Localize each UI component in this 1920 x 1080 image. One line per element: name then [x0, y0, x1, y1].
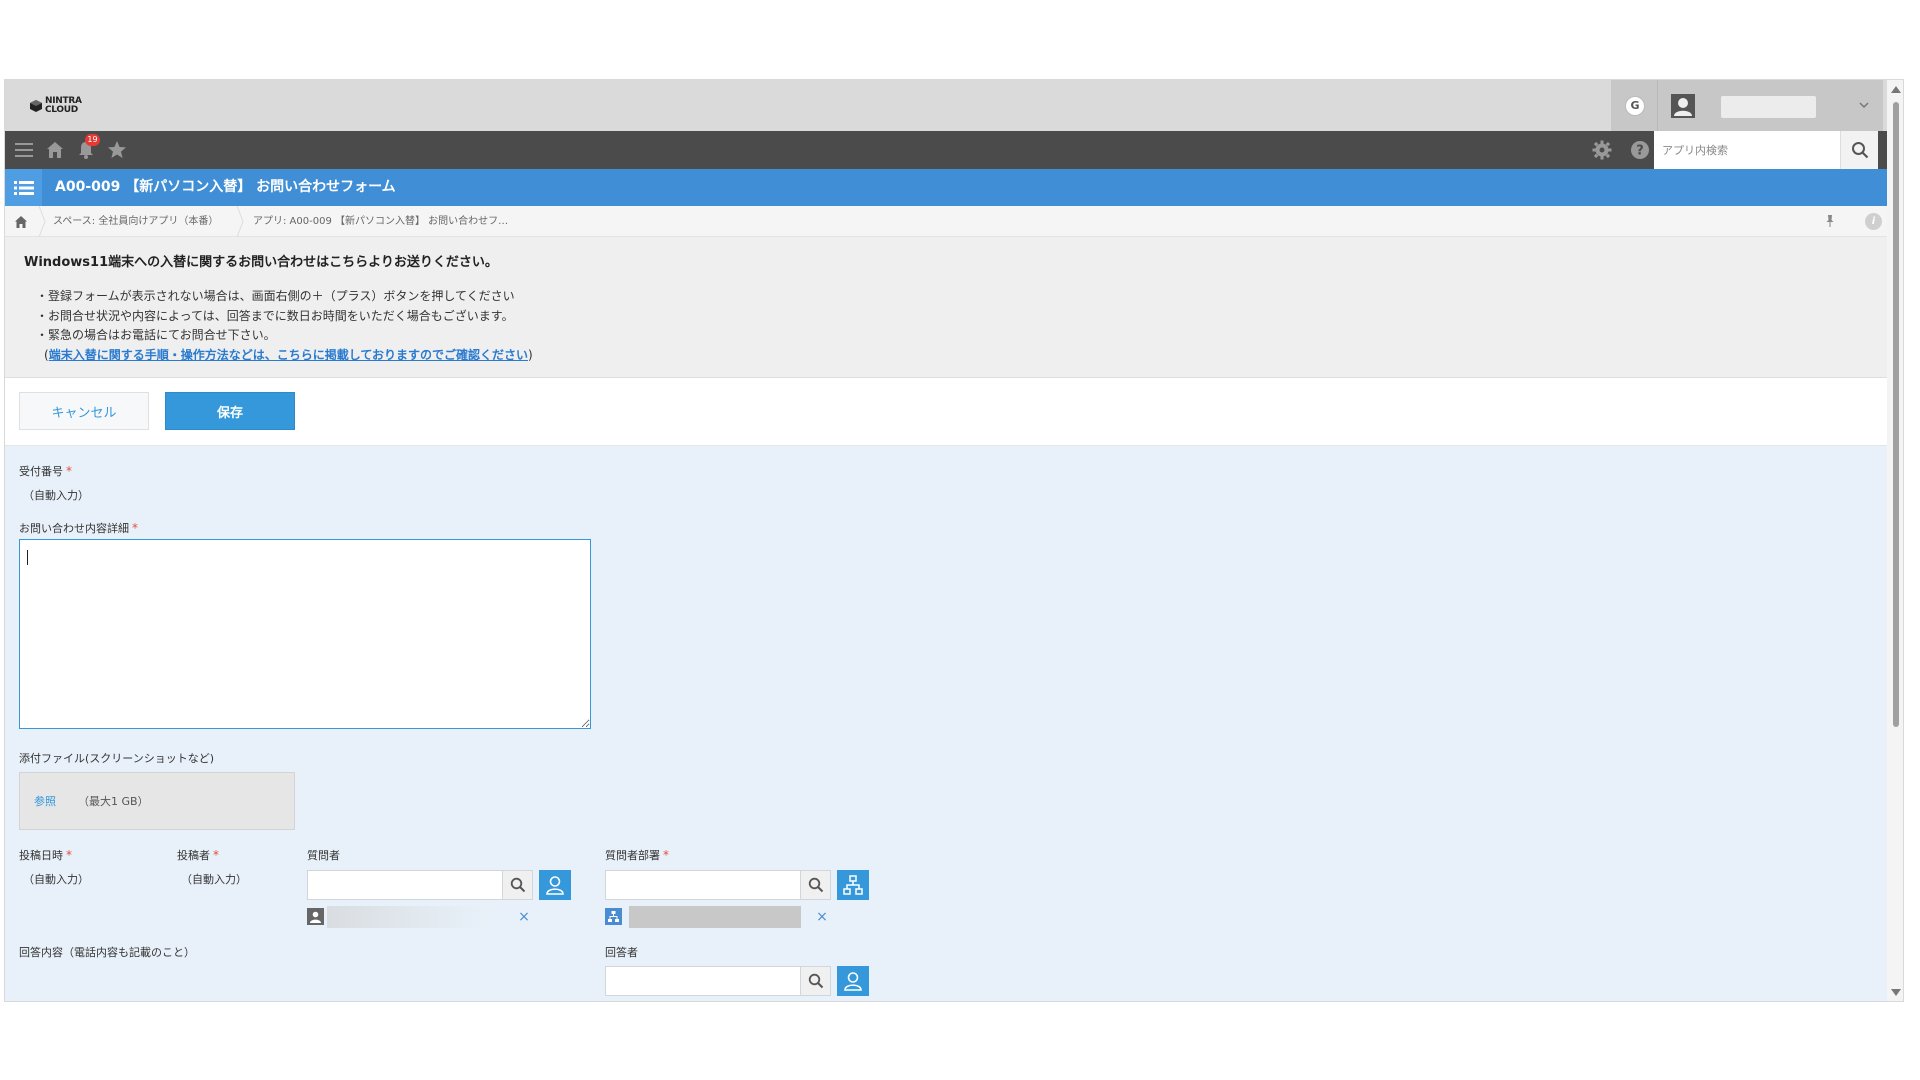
- scrollbar-thumb[interactable]: [1893, 102, 1899, 727]
- selected-org-icon: [605, 908, 622, 925]
- org-picker-button[interactable]: [837, 870, 869, 900]
- questioner-user-picker-button[interactable]: [539, 870, 571, 900]
- home-icon[interactable]: [44, 139, 66, 161]
- notification-bell-icon[interactable]: 19: [75, 134, 100, 161]
- questioner-label: 質問者: [307, 849, 340, 862]
- description-title: Windows11端末への入替に関するお問い合わせはこちらよりお送りください。: [24, 255, 498, 270]
- search-button[interactable]: [1840, 131, 1878, 169]
- poster-value: （自動入力）: [181, 873, 247, 886]
- user-icon: [546, 876, 564, 895]
- star-favorites-icon[interactable]: [106, 139, 128, 161]
- user-avatar-icon[interactable]: [1671, 94, 1695, 118]
- answerer-user-picker-button[interactable]: [837, 966, 869, 996]
- posted-at-value: （自動入力）: [23, 873, 89, 886]
- breadcrumb-home-icon[interactable]: [13, 214, 29, 230]
- logo-cube-icon: [30, 100, 42, 112]
- app-title: A00-009 【新パソコン入替】 お問い合わせフォーム: [55, 179, 396, 195]
- selected-user-name-redacted: [327, 906, 487, 928]
- save-button[interactable]: 保存: [165, 392, 295, 430]
- answer-content-label: 回答内容（電話内容も記載のこと）: [19, 946, 195, 959]
- user-icon: [844, 972, 862, 991]
- description-link-line: (端末入替に関する手順・操作方法などは、こちらに掲載しておりますのでご確認くださ…: [24, 346, 1903, 366]
- selected-user-icon: [307, 908, 324, 925]
- breadcrumb-separator: [236, 206, 244, 237]
- app-menu-list-icon[interactable]: [5, 169, 42, 206]
- hamburger-menu-icon[interactable]: [13, 139, 35, 161]
- breadcrumb-separator: [38, 206, 46, 237]
- gear-settings-icon[interactable]: [1591, 139, 1613, 161]
- top-bar: NINTRA CLOUD G: [5, 80, 1903, 131]
- questioner-dept-input[interactable]: [605, 870, 801, 900]
- org-chart-icon: [843, 875, 863, 895]
- remove-questioner-button[interactable]: ×: [517, 910, 531, 924]
- questioner-search-button[interactable]: [503, 870, 533, 900]
- max-size-note: （最大1 GB）: [78, 795, 149, 808]
- breadcrumb-app-link[interactable]: アプリ: A00-009 【新パソコン入替】 お問い合わせフ…: [253, 206, 508, 237]
- app-search-input[interactable]: [1654, 131, 1840, 169]
- remove-dept-button[interactable]: ×: [815, 910, 829, 924]
- user-divider: [1657, 80, 1658, 131]
- description-line: ・登録フォームが表示されない場合は、画面右側の＋（プラス）ボタンを押してください: [36, 289, 515, 303]
- app-description: Windows11端末への入替に関するお問い合わせはこちらよりお送りください。 …: [5, 237, 1903, 378]
- browse-link[interactable]: 参照: [34, 793, 56, 809]
- info-icon[interactable]: i: [1865, 213, 1882, 230]
- selected-org-name-redacted: [629, 906, 801, 928]
- inquiry-detail-textarea[interactable]: [19, 539, 591, 729]
- svg-text:?: ?: [1636, 144, 1644, 159]
- app-window: NINTRA CLOUD G 19 ? アプリ内検索 A00-009 【新パソコ…: [4, 79, 1904, 1002]
- search-icon: [1851, 142, 1868, 159]
- global-toolbar: 19 ?: [5, 131, 1903, 169]
- nintra-cloud-logo[interactable]: NINTRA CLOUD: [29, 94, 93, 118]
- help-question-icon[interactable]: ?: [1629, 139, 1651, 161]
- questioner-dept-label: 質問者部署 *: [605, 848, 669, 862]
- poster-label: 投稿者 *: [177, 848, 219, 862]
- required-mark: *: [663, 848, 669, 862]
- answerer-input[interactable]: [605, 966, 801, 996]
- questioner-dept-search-button[interactable]: [801, 870, 831, 900]
- description-line: ・お問合せ状況や内容によっては、回答までに数日お時間をいただく場合もございます。: [36, 308, 514, 323]
- reception-number-label: 受付番号 *: [19, 464, 72, 478]
- description-line: ・緊急の場合はお電話にてお問合せ下さい。: [36, 328, 276, 342]
- pin-icon[interactable]: [1823, 214, 1837, 228]
- inquiry-detail-label: お問い合わせ内容詳細 *: [19, 521, 138, 535]
- cancel-button[interactable]: キャンセル: [19, 392, 149, 430]
- vertical-scrollbar[interactable]: [1887, 80, 1903, 1001]
- search-icon: [808, 973, 823, 989]
- chevron-down-icon[interactable]: [1857, 98, 1871, 112]
- attachment-label: 添付ファイル(スクリーンショットなど): [19, 752, 215, 765]
- search-icon: [808, 877, 823, 893]
- action-bar: キャンセル 保存: [5, 378, 1903, 446]
- breadcrumb: スペース: 全社員向けアプリ（本番） アプリ: A00-009 【新パソコン入替…: [5, 206, 1903, 237]
- notification-count-badge: 19: [85, 134, 100, 146]
- link-paren-close: ): [527, 347, 533, 362]
- questioner-input[interactable]: [307, 870, 503, 900]
- procedure-guide-link[interactable]: 端末入替に関する手順・操作方法などは、こちらに掲載しておりますのでご確認ください: [49, 348, 528, 362]
- breadcrumb-space-link[interactable]: スペース: 全社員向けアプリ（本番）: [53, 206, 218, 237]
- required-mark: *: [213, 848, 219, 862]
- user-area: G: [1611, 80, 1883, 131]
- required-mark: *: [66, 464, 72, 478]
- search-icon: [510, 877, 525, 893]
- account-badge[interactable]: G: [1625, 96, 1645, 116]
- attachment-dropzone[interactable]: 参照 （最大1 GB）: [19, 772, 295, 830]
- scroll-down-arrow-icon[interactable]: [1891, 989, 1901, 996]
- reception-number-value: （自動入力）: [23, 489, 89, 502]
- posted-at-label: 投稿日時 *: [19, 848, 72, 862]
- scroll-up-arrow-icon[interactable]: [1891, 86, 1901, 93]
- text-cursor: [27, 550, 28, 565]
- app-header: A00-009 【新パソコン入替】 お問い合わせフォーム: [5, 169, 1903, 206]
- answerer-search-button[interactable]: [801, 966, 831, 996]
- required-mark: *: [66, 848, 72, 862]
- required-mark: *: [132, 521, 138, 535]
- logo-text-line2: CLOUD: [45, 105, 78, 115]
- user-name-redacted[interactable]: [1721, 96, 1816, 118]
- answerer-label: 回答者: [605, 946, 638, 959]
